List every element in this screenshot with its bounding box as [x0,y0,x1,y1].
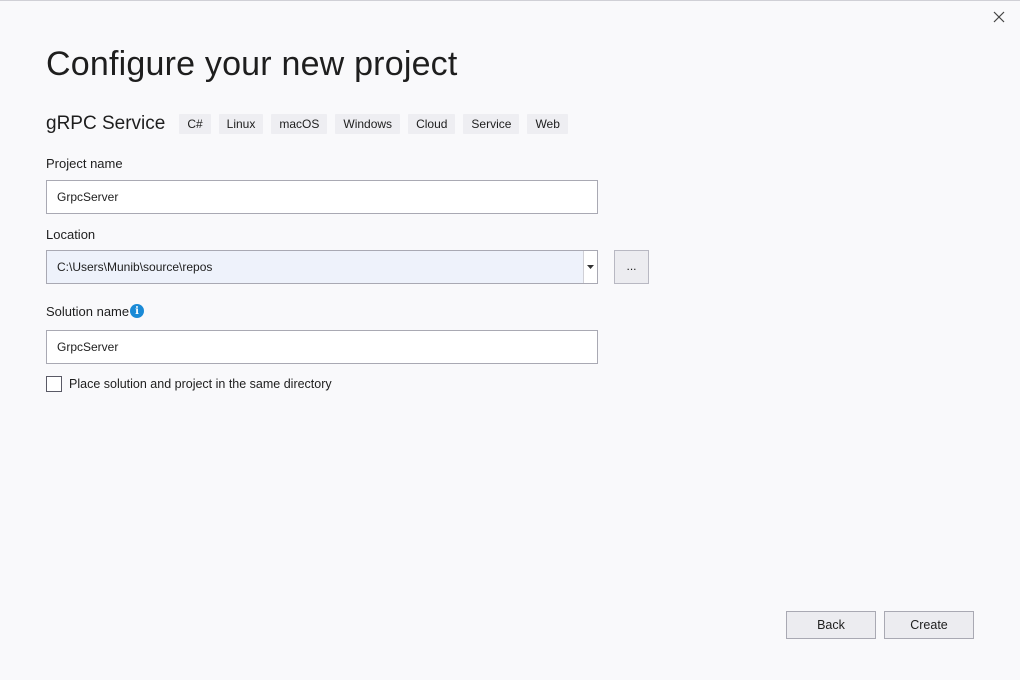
location-value[interactable]: C:\Users\Munib\source\repos [47,260,583,274]
same-directory-label[interactable]: Place solution and project in the same d… [69,377,332,391]
template-header: gRPC Service C# Linux macOS Windows Clou… [46,113,576,135]
dropdown-arrow-icon[interactable] [583,251,597,283]
location-combobox[interactable]: C:\Users\Munib\source\repos [46,250,598,284]
page-title: Configure your new project [46,45,458,83]
tag-macos: macOS [271,114,328,134]
project-name-label: Project name [46,156,123,171]
tag-cloud: Cloud [408,114,456,134]
tag-windows: Windows [335,114,401,134]
tag-service: Service [463,114,520,134]
same-directory-checkbox-row[interactable]: Place solution and project in the same d… [46,376,332,392]
configure-project-dialog: Configure your new project gRPC Service … [0,0,1020,680]
back-button[interactable]: Back [786,611,876,639]
browse-button[interactable]: ... [614,250,649,284]
solution-name-label: Solution name [46,304,130,319]
tag-csharp: C# [179,114,211,134]
location-label: Location [46,227,96,242]
close-icon[interactable] [992,10,1006,24]
info-icon[interactable]: i [130,304,144,318]
tag-web: Web [527,114,568,134]
project-name-input[interactable] [46,180,598,214]
tag-linux: Linux [218,114,264,134]
same-directory-checkbox[interactable] [46,376,62,392]
create-button[interactable]: Create [884,611,974,639]
solution-name-input[interactable] [46,330,598,364]
template-name: gRPC Service [46,113,166,134]
